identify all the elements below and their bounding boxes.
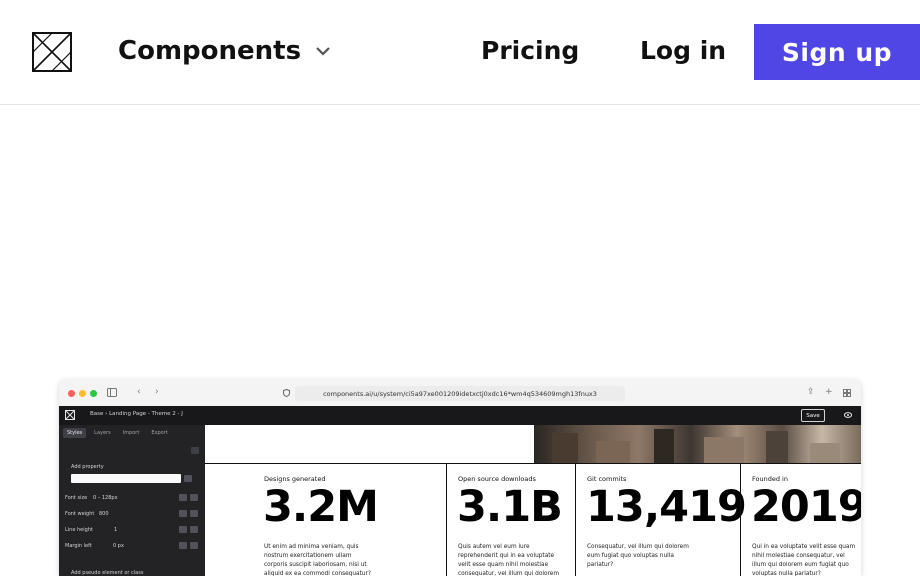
save-button[interactable]: Save [801,409,825,422]
tabs-overview-icon [843,389,851,397]
stat-description: Qui in ea voluptate velit esse quam nihi… [752,544,856,576]
property-value[interactable]: 0 px [113,543,124,549]
address-bar[interactable]: components.ai/u/system/ci5a97xe001209ide… [295,386,625,401]
url-text: components.ai/u/system/ci5a97xe001209ide… [323,389,597,398]
back-icon: ‹ [137,387,141,397]
property-name: Font size [65,495,88,501]
property-action-icon[interactable] [179,510,187,517]
style-panel: Styles Layers Import Export Add property… [59,425,205,576]
stat-value: 3.1B [457,482,563,532]
login-link[interactable]: Log in [640,36,726,65]
stat-card: Open source downloads 3.1B Quis autem ve… [446,464,575,576]
tab-layers[interactable]: Layers [90,428,115,438]
breadcrumb[interactable]: Base › Landing Page - Theme 2 - J [90,411,183,417]
stat-description: Quis autem vel eum iure reprehenderit qu… [458,544,560,576]
tab-import[interactable]: Import [119,428,144,438]
property-name: Margin left [65,543,92,549]
pricing-link[interactable]: Pricing [481,36,579,65]
components-label: Components [118,36,302,66]
chevron-down-icon [316,47,330,56]
tab-export[interactable]: Export [147,428,171,438]
property-remove-icon[interactable] [190,542,198,549]
property-remove-icon[interactable] [190,494,198,501]
panel-tabs: Styles Layers Import Export [63,428,172,438]
stat-card: Designs generated 3.2M Ut enim ad minima… [247,464,387,576]
preview-eye-icon [844,412,852,418]
shield-icon [283,389,290,397]
property-value[interactable]: 800 [99,511,109,517]
add-property-label: Add property [71,464,104,470]
top-nav: Components Pricing Log in Sign up [0,0,920,105]
zoom-dot [90,390,97,397]
new-tab-icon: + [825,387,833,397]
property-value[interactable]: 1 [114,527,117,533]
tab-styles[interactable]: Styles [63,428,87,438]
signup-button[interactable]: Sign up [754,24,920,80]
add-pseudo-label[interactable]: Add pseudo element or class [71,570,143,576]
add-property-input[interactable] [71,474,181,483]
property-action-icon[interactable] [179,542,187,549]
app-logo-icon [65,410,75,420]
stat-value: 13,419 [586,482,747,532]
product-screenshot: ‹ › components.ai/u/system/ci5a97xe00120… [59,380,861,576]
stat-value: 3.2M [263,482,379,532]
city-hero-image [534,425,861,463]
settings-icon[interactable] [191,447,199,454]
components-menu[interactable]: Components [118,36,331,66]
close-dot [68,390,75,397]
stat-value: 2019 [751,482,861,532]
forward-icon: › [155,387,159,397]
stat-card: Git commits 13,419 Consequatur, vel illu… [575,464,747,576]
property-remove-icon[interactable] [190,510,198,517]
share-icon: ⇪ [807,387,815,397]
stat-description: Ut enim ad minima veniam, quis nostrum e… [264,544,371,576]
property-value[interactable]: 0 – 128px [93,495,118,501]
logo-icon[interactable] [32,32,72,72]
add-property-button[interactable] [184,475,192,482]
editor-topbar: Base › Landing Page - Theme 2 - J Save [59,406,861,425]
property-remove-icon[interactable] [190,526,198,533]
property-action-icon[interactable] [179,494,187,501]
minimize-dot [79,390,86,397]
stat-card: Founded in 2019 Qui in ea voluptate veli… [740,464,861,576]
canvas-preview: Designs generated 3.2M Ut enim ad minima… [205,425,861,576]
stat-description: Consequatur, vel illum qui dolorem eum f… [587,544,689,568]
property-action-icon[interactable] [179,526,187,533]
property-name: Font weight [65,511,95,517]
browser-toolbar: ‹ › components.ai/u/system/ci5a97xe00120… [59,380,861,407]
property-name: Line height [65,527,93,533]
sidebar-icon [107,388,117,397]
